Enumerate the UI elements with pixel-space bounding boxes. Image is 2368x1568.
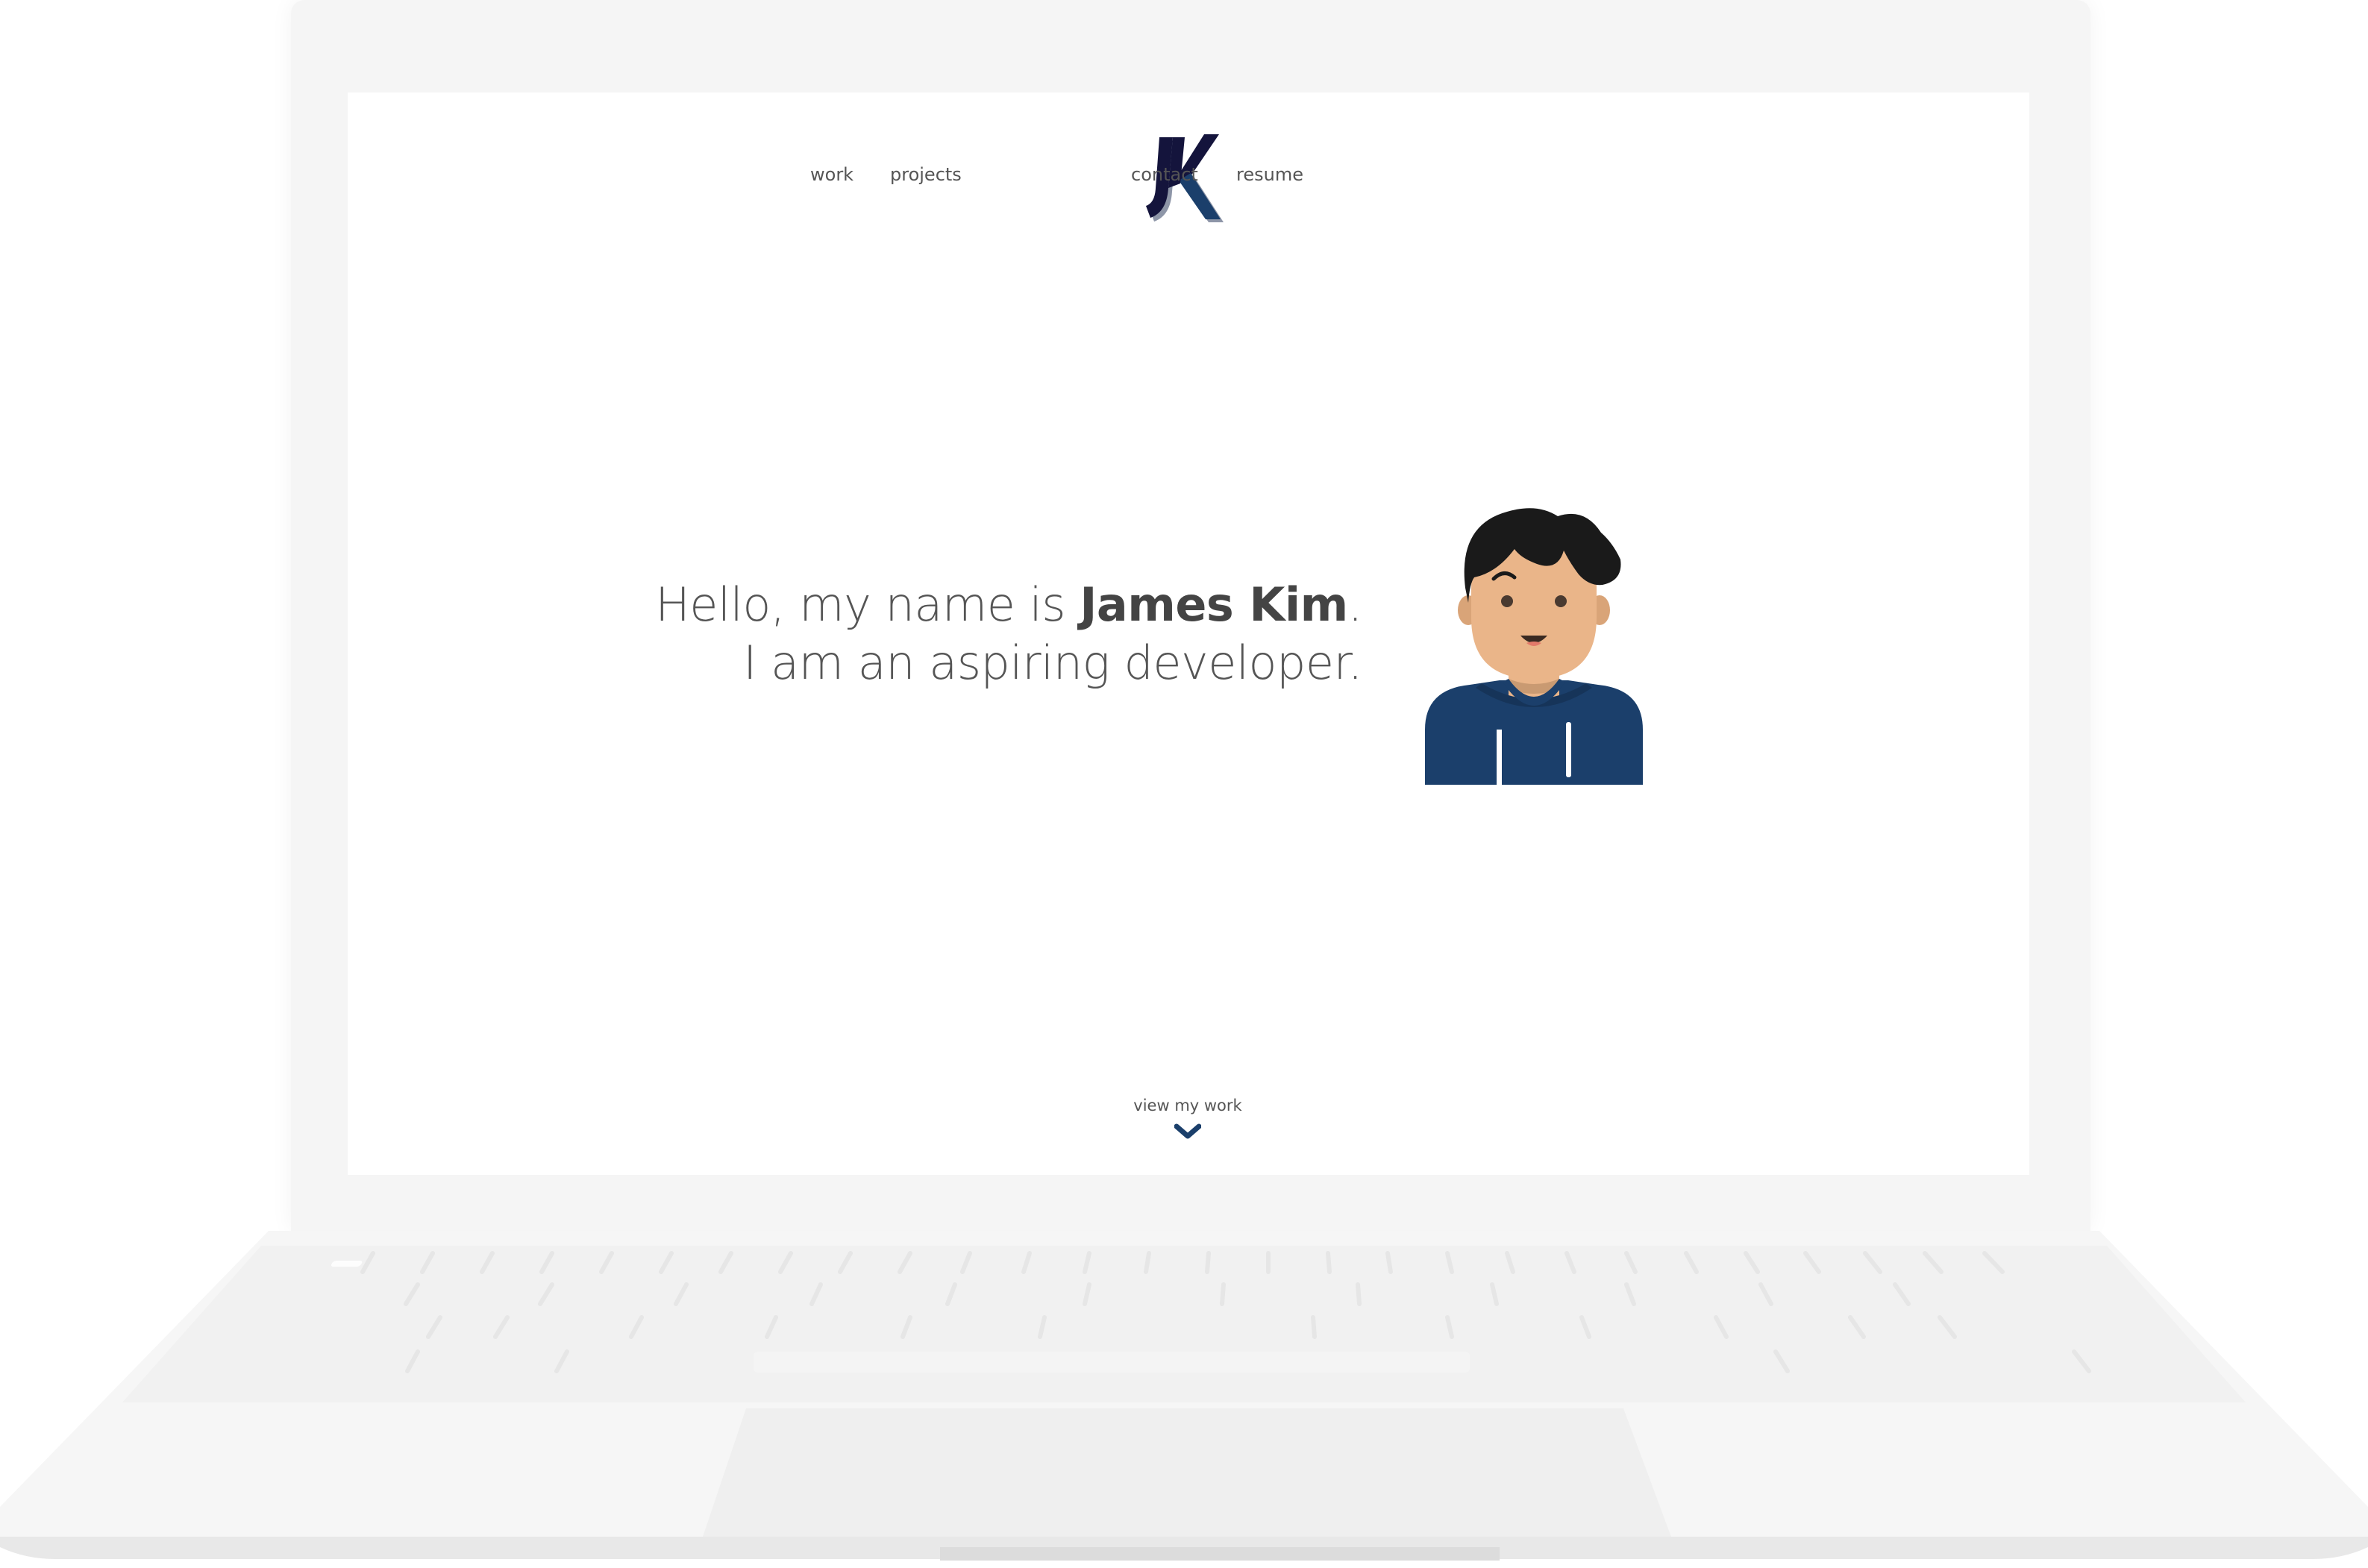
hero-line-1: Hello, my name is James Kim. [655, 576, 1362, 634]
hero-name: James Kim [1080, 577, 1348, 632]
avatar-illustration [1425, 508, 1643, 785]
hero-period: . [1347, 577, 1363, 632]
laptop-mockup: work projects resume contact Hello, my n… [0, 0, 2368, 1568]
nav-link-contact[interactable]: contact [1131, 166, 1198, 184]
laptop-base-graphic [0, 1231, 2368, 1561]
nav-link-resume[interactable]: resume [1236, 166, 1303, 184]
nav-link-work[interactable]: work [810, 166, 853, 184]
view-my-work-label: view my work [1133, 1097, 1242, 1114]
hero-greeting: Hello, my name is [655, 577, 1080, 632]
laptop-base [0, 1231, 2368, 1568]
chevron-down-icon[interactable] [1174, 1123, 1201, 1140]
nav-link-projects[interactable]: projects [890, 166, 962, 184]
hero-intro: Hello, my name is James Kim. I am an asp… [655, 576, 1362, 692]
view-my-work-link[interactable]: view my work [1044, 1097, 1331, 1140]
hero-line-2: I am an aspiring developer. [743, 636, 1362, 690]
